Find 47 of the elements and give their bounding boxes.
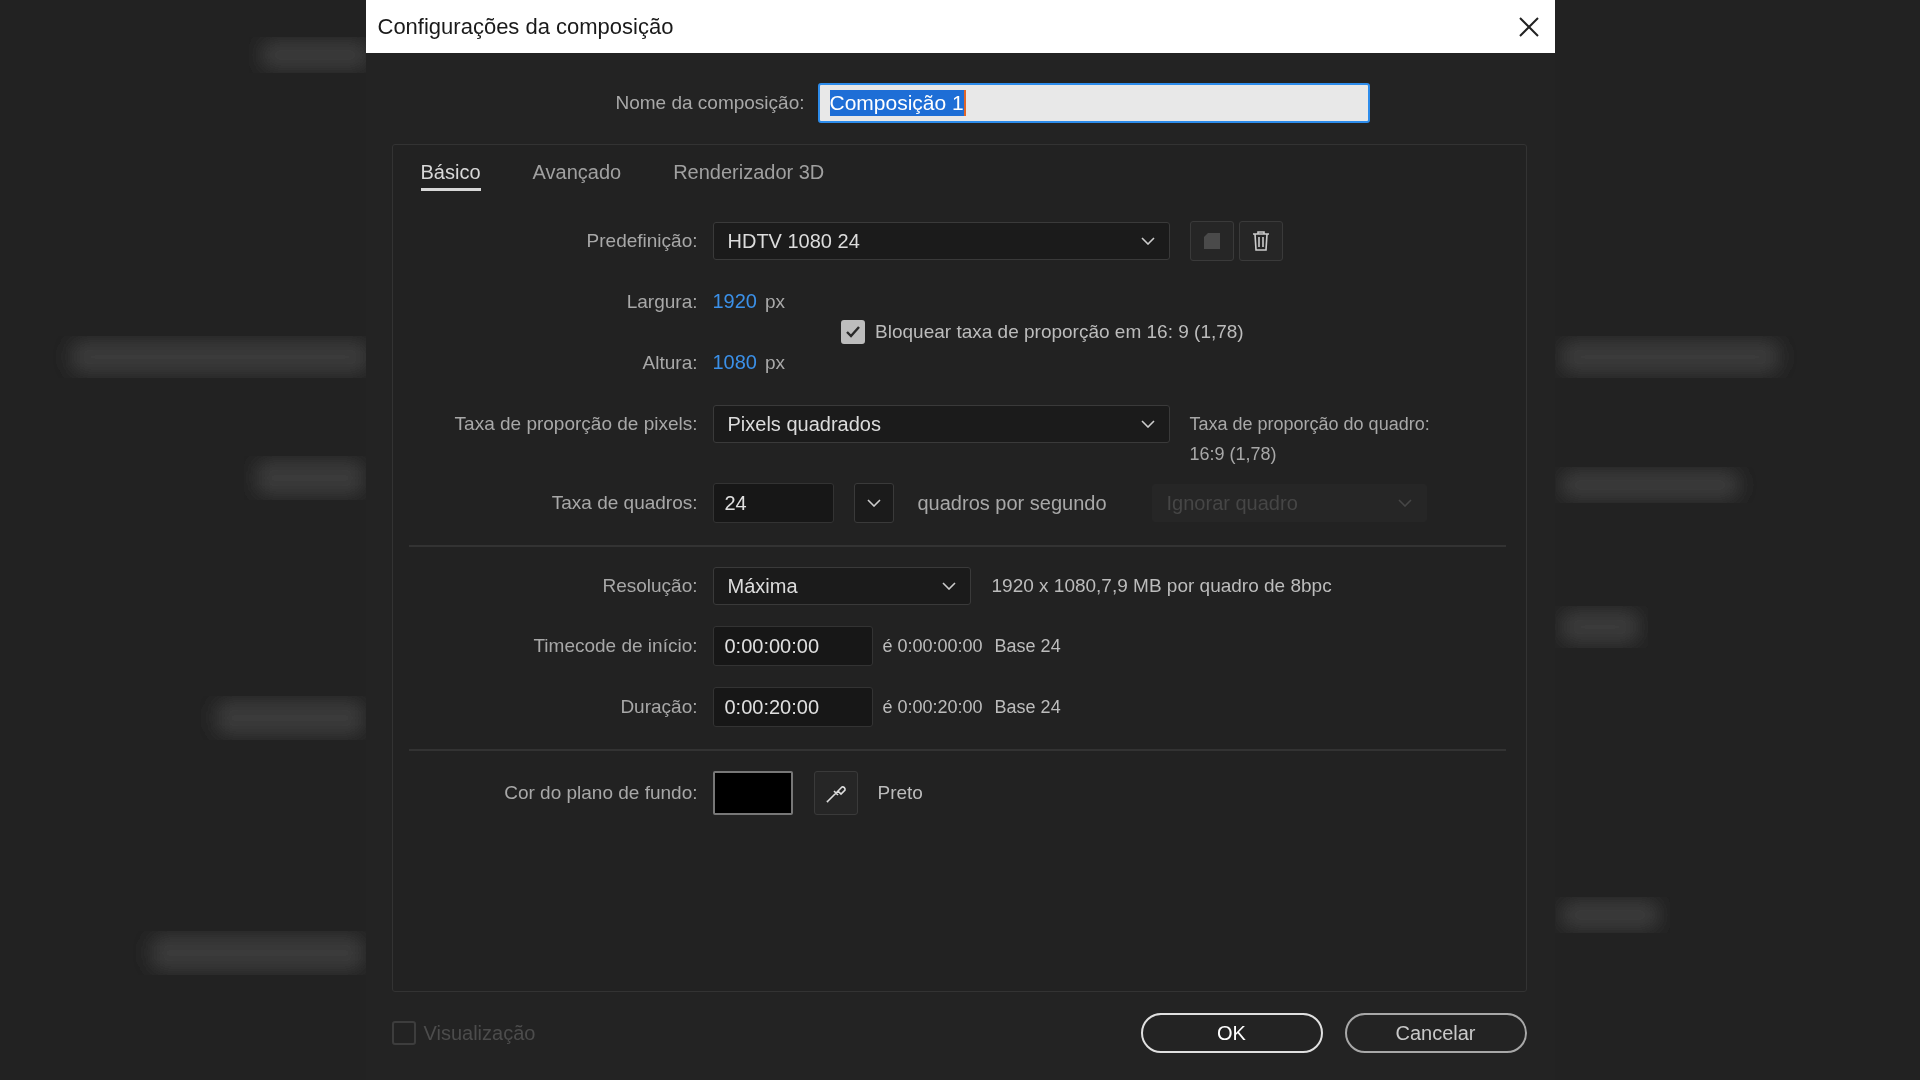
preset-dropdown[interactable]: HDTV 1080 24: [712, 222, 1170, 260]
chevron-icon: [1397, 499, 1412, 507]
window-title: Configurações da composição: [377, 13, 674, 40]
eyedropper-icon[interactable]: [813, 771, 858, 815]
field-label: Timecode de início:: [532, 635, 699, 657]
field-label: Largura:: [625, 290, 699, 313]
unit-label: px: [765, 290, 786, 313]
frame-rate-field[interactable]: 24: [712, 483, 834, 523]
field-label: Taxa de quadros:: [550, 492, 699, 514]
trash-icon[interactable]: [1238, 221, 1283, 261]
color-name: Preto: [877, 782, 923, 804]
resolution-dropdown[interactable]: Máxima: [712, 567, 971, 605]
timecode-text: é 0:00:20:00: [882, 696, 983, 718]
timecode-text: é 0:00:00:00: [882, 635, 983, 657]
field-label: Altura:: [641, 351, 699, 374]
unit-label: px: [765, 351, 786, 374]
base-text: Base 24: [994, 635, 1061, 657]
tab[interactable]: Avançado: [532, 161, 622, 191]
name-field[interactable]: Composição 1: [817, 83, 1370, 123]
unit-label: quadros por segundo: [917, 491, 1107, 515]
resolution-info: 1920 x 1080,7,9 MB por quadro de 8bpc: [991, 575, 1332, 597]
color-swatch[interactable]: [712, 771, 793, 815]
base-text: Base 24: [994, 696, 1061, 718]
width-value[interactable]: 1920: [712, 290, 757, 313]
field-label: Nome da composição:: [614, 92, 806, 114]
timecode-field[interactable]: 0:00:20:00: [712, 687, 873, 727]
field-label: Cor do plano de fundo:: [503, 782, 699, 804]
height-value[interactable]: 1080: [712, 351, 757, 374]
field-label: Predefinição:: [585, 230, 699, 252]
tab[interactable]: Básico: [420, 161, 481, 191]
checkbox-label: Bloquear taxa de proporção em 16: 9 (1,78): [875, 321, 1244, 343]
field-label: Duração:: [619, 696, 699, 718]
chevron-icon: [1140, 420, 1155, 428]
chevron-icon[interactable]: [853, 483, 894, 523]
chevron-icon: [941, 582, 956, 590]
checkbox[interactable]: [841, 320, 866, 344]
timecode-field[interactable]: 0:00:00:00: [712, 626, 873, 666]
field-label: Taxa de proporção de pixels:: [453, 412, 699, 436]
ok-button[interactable]: OK: [1140, 1013, 1323, 1053]
chevron-icon: [1140, 237, 1155, 245]
frame-aspect-text: Taxa de proporção do quadro: 16:9 (1,78): [1189, 413, 1430, 466]
field-label: Resolução:: [601, 575, 699, 597]
checkmark-icon: [845, 325, 862, 339]
pixel-aspect-dropdown[interactable]: Pixels quadrados: [712, 405, 1170, 443]
cancel-button[interactable]: Cancelar: [1344, 1013, 1527, 1053]
tab[interactable]: Renderizador 3D: [673, 161, 825, 191]
close-icon[interactable]: [1516, 14, 1541, 39]
